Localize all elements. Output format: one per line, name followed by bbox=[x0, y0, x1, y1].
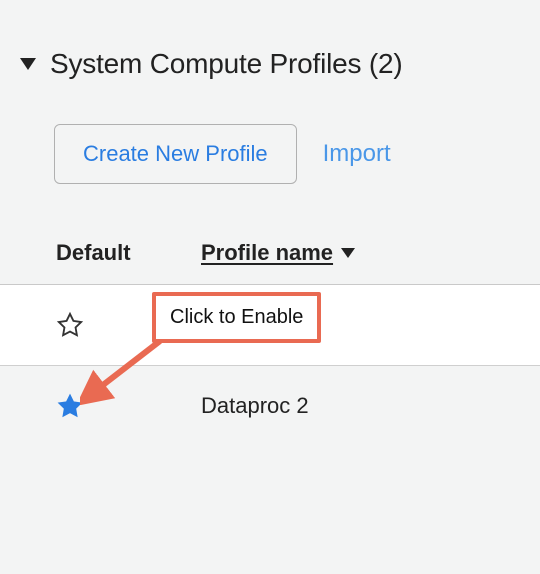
star-filled-icon[interactable] bbox=[56, 392, 84, 420]
default-star-cell bbox=[56, 392, 201, 420]
column-header-name[interactable]: Profile name bbox=[201, 240, 355, 266]
actions-bar: Create New Profile Import bbox=[54, 124, 540, 184]
table-row[interactable]: Dataproc 2 bbox=[0, 366, 540, 446]
table-header: Default Profile name bbox=[0, 240, 540, 285]
annotation-tooltip: Click to Enable bbox=[152, 292, 321, 343]
profiles-table: Default Profile name Dataproc 1 Dataproc… bbox=[0, 240, 540, 446]
column-header-name-label: Profile name bbox=[201, 240, 333, 266]
star-outline-icon[interactable] bbox=[56, 311, 84, 339]
section-header: System Compute Profiles (2) bbox=[0, 0, 540, 80]
create-profile-button[interactable]: Create New Profile bbox=[54, 124, 297, 184]
section-title: System Compute Profiles (2) bbox=[50, 48, 403, 80]
column-header-default[interactable]: Default bbox=[56, 240, 201, 266]
import-link[interactable]: Import bbox=[323, 140, 391, 168]
chevron-down-icon[interactable] bbox=[20, 58, 36, 70]
profile-name: Dataproc 2 bbox=[201, 393, 309, 419]
sort-caret-down-icon bbox=[341, 248, 355, 258]
